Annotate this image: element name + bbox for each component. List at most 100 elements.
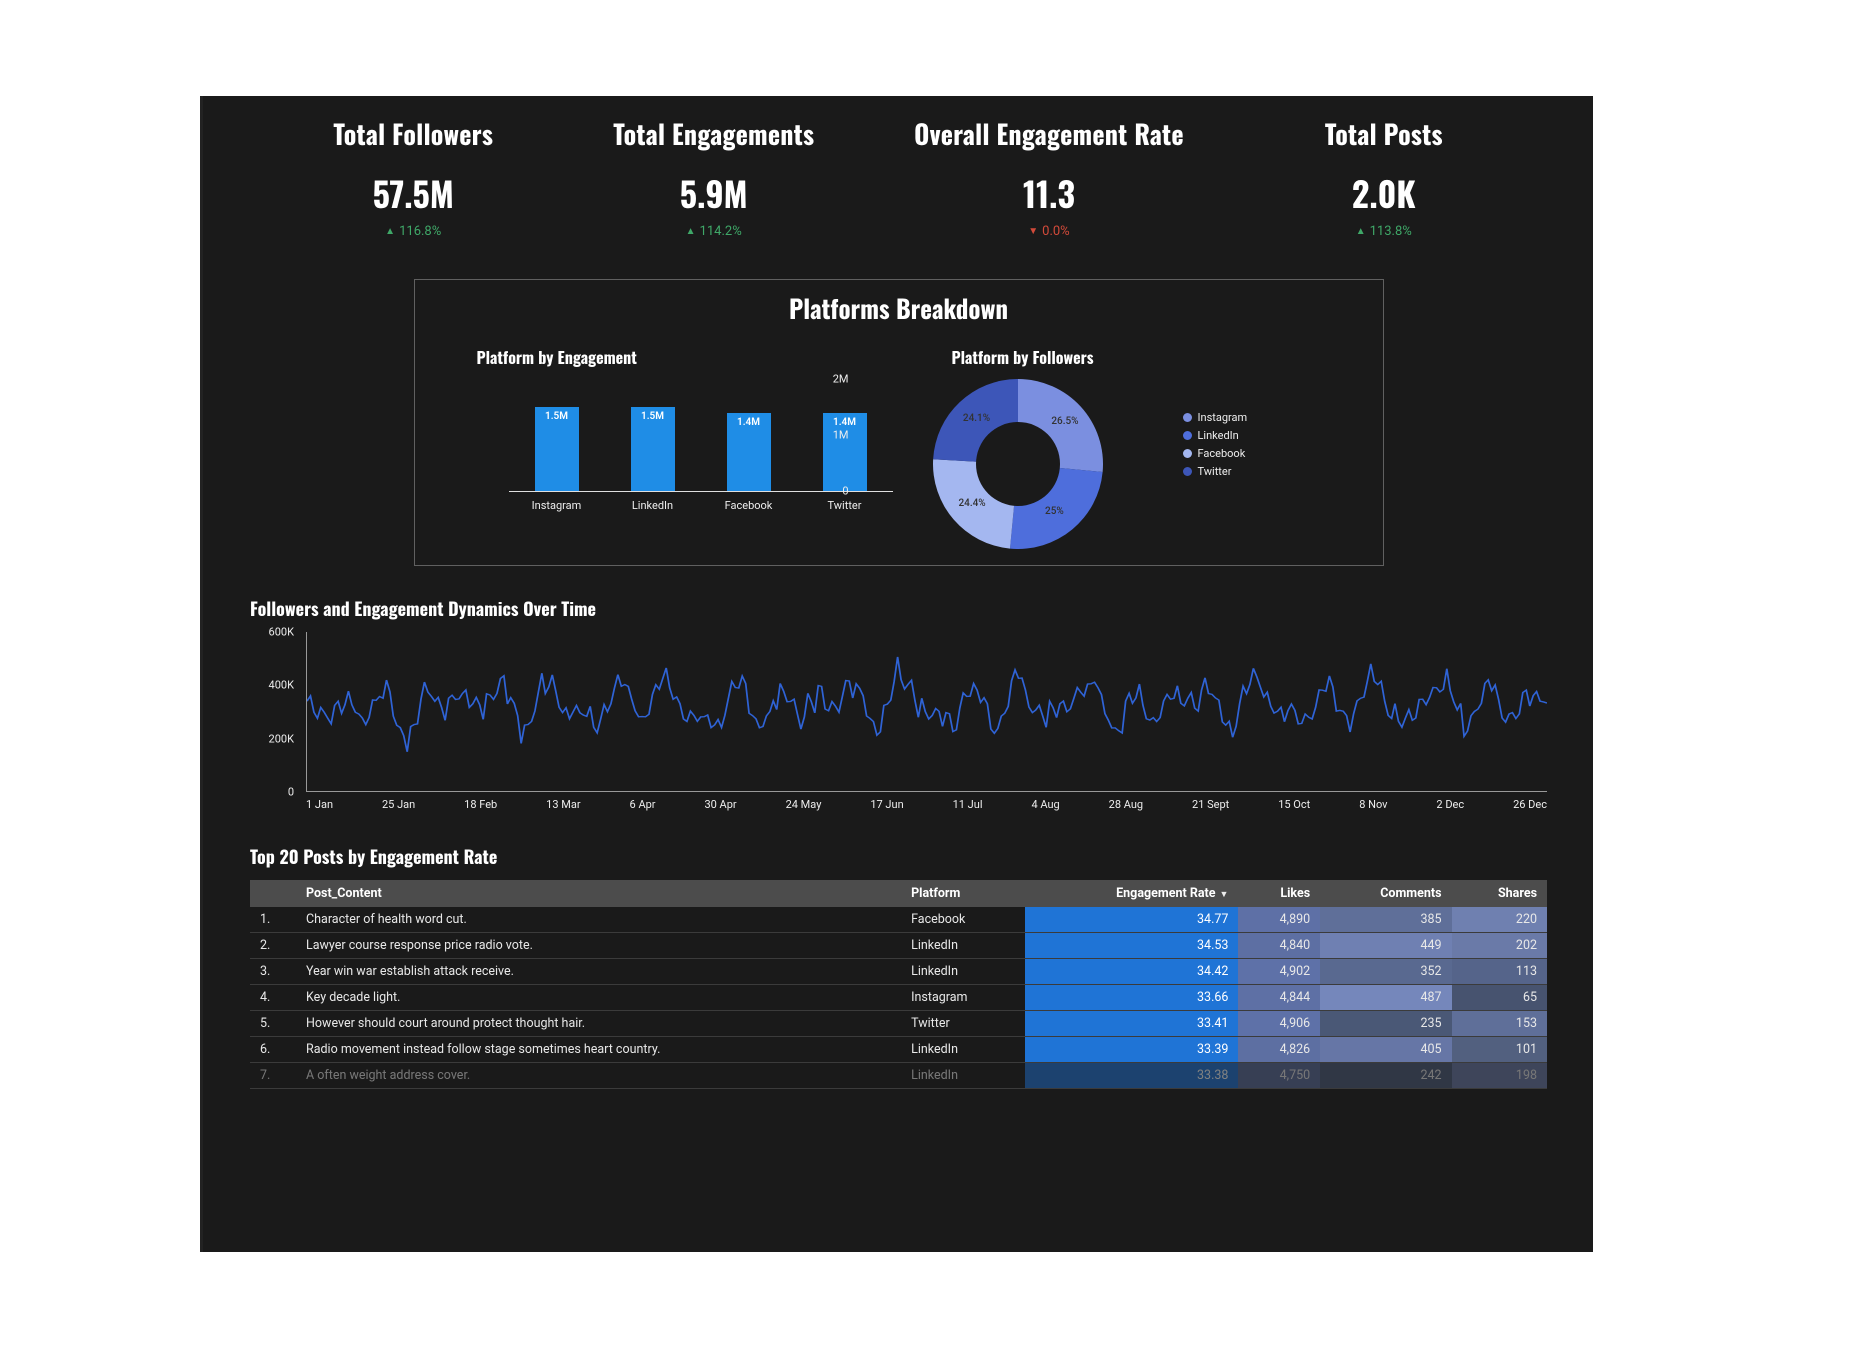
table-row[interactable]: 7. A often weight address cover. LinkedI… bbox=[250, 1063, 1547, 1089]
cell-comments: 405 bbox=[1320, 1037, 1451, 1063]
legend-swatch-icon bbox=[1183, 431, 1192, 440]
table-row[interactable]: 6. Radio movement instead follow stage s… bbox=[250, 1037, 1547, 1063]
bar-xlabel: Facebook bbox=[714, 499, 784, 512]
kpi-delta-value: 116.8% bbox=[399, 224, 441, 239]
table-header[interactable]: Engagement Rate▼ bbox=[1025, 880, 1239, 907]
cell-content: A often weight address cover. bbox=[296, 1063, 901, 1089]
bar-ytick: 0 bbox=[842, 485, 848, 498]
row-index: 4. bbox=[250, 985, 296, 1011]
kpi-delta: ▲ 113.8% bbox=[1356, 224, 1412, 239]
donut-chart-title: Platform by Followers bbox=[893, 345, 1153, 369]
cell-likes: 4,890 bbox=[1238, 907, 1320, 933]
platforms-panel: Platforms Breakdown Platform by Engageme… bbox=[414, 279, 1384, 566]
ts-xtick: 8 Nov bbox=[1359, 798, 1387, 811]
kpi-card: Total Followers 57.5M ▲ 116.8% bbox=[313, 114, 513, 239]
kpi-row: Total Followers 57.5M ▲ 116.8% Total Eng… bbox=[200, 96, 1597, 239]
bar-value-label: 1.5M bbox=[631, 411, 675, 422]
table-row[interactable]: 1. Character of health word cut. Faceboo… bbox=[250, 907, 1547, 933]
table-header[interactable]: Shares bbox=[1452, 880, 1547, 907]
bar-value-label: 1.4M bbox=[823, 417, 867, 428]
arrow-down-icon: ▼ bbox=[1028, 226, 1038, 237]
ts-ytick: 400K bbox=[269, 679, 294, 692]
table-row[interactable]: 3. Year win war establish attack receive… bbox=[250, 959, 1547, 985]
posts-table: Post_ContentPlatformEngagement Rate▼Like… bbox=[250, 880, 1547, 1089]
cell-platform: Instagram bbox=[901, 985, 1025, 1011]
cell-platform: LinkedIn bbox=[901, 933, 1025, 959]
donut-slice-label: 25% bbox=[1045, 506, 1064, 517]
kpi-value: 2.0K bbox=[1284, 167, 1484, 218]
bar-ytick: 2M bbox=[833, 373, 849, 386]
bar-chart-title: Platform by Engagement bbox=[477, 345, 893, 369]
cell-platform: LinkedIn bbox=[901, 1063, 1025, 1089]
timeseries-plot bbox=[306, 632, 1547, 792]
kpi-value: 5.9M bbox=[613, 167, 814, 218]
kpi-value: 11.3 bbox=[914, 167, 1184, 218]
ts-xtick: 28 Aug bbox=[1109, 798, 1143, 811]
ts-ytick: 200K bbox=[269, 732, 294, 745]
cell-platform: Facebook bbox=[901, 907, 1025, 933]
cell-engagement-rate: 33.66 bbox=[1025, 985, 1239, 1011]
bar-chart: Platform by Engagement 1.5M1.5M1.4M1.4M … bbox=[433, 345, 893, 549]
ts-xtick: 30 Apr bbox=[704, 798, 736, 811]
bar-twitter: 1.4M bbox=[815, 413, 875, 491]
kpi-card: Total Engagements 5.9M ▲ 114.2% bbox=[613, 114, 814, 239]
ts-xtick: 11 Jul bbox=[953, 798, 983, 811]
kpi-delta-value: 0.0% bbox=[1042, 224, 1070, 239]
cell-comments: 352 bbox=[1320, 959, 1451, 985]
table-row[interactable]: 5. However should court around protect t… bbox=[250, 1011, 1547, 1037]
bar-xlabel: Instagram bbox=[522, 499, 592, 512]
table-header-index[interactable] bbox=[250, 880, 296, 907]
cell-comments: 385 bbox=[1320, 907, 1451, 933]
bar: 1.5M bbox=[535, 407, 579, 491]
ts-xtick: 17 Jun bbox=[870, 798, 903, 811]
bar-value-label: 1.4M bbox=[727, 417, 771, 428]
dashboard-root: Total Followers 57.5M ▲ 116.8% Total Eng… bbox=[200, 96, 1597, 1252]
table-header[interactable]: Post_Content bbox=[296, 880, 901, 907]
cell-shares: 65 bbox=[1452, 985, 1547, 1011]
legend-item: LinkedIn bbox=[1183, 429, 1248, 442]
timeseries-line bbox=[307, 657, 1547, 752]
kpi-card: Total Posts 2.0K ▲ 113.8% bbox=[1284, 114, 1484, 239]
table-title: Top 20 Posts by Engagement Rate bbox=[250, 844, 1547, 870]
row-index: 2. bbox=[250, 933, 296, 959]
arrow-up-icon: ▲ bbox=[686, 226, 696, 237]
bar-facebook: 1.4M bbox=[719, 413, 779, 491]
cell-content: Character of health word cut. bbox=[296, 907, 901, 933]
bar: 1.5M bbox=[631, 407, 675, 491]
table-row[interactable]: 4. Key decade light. Instagram 33.66 4,8… bbox=[250, 985, 1547, 1011]
table-row[interactable]: 2. Lawyer course response price radio vo… bbox=[250, 933, 1547, 959]
cell-content: Lawyer course response price radio vote. bbox=[296, 933, 901, 959]
donut-slice-label: 24.4% bbox=[958, 498, 985, 509]
ts-ytick: 0 bbox=[288, 786, 294, 799]
table-header[interactable]: Comments bbox=[1320, 880, 1451, 907]
donut-legend: Instagram LinkedIn Facebook Twitter bbox=[1183, 411, 1248, 483]
kpi-delta-value: 113.8% bbox=[1370, 224, 1412, 239]
table-header[interactable]: Likes bbox=[1238, 880, 1320, 907]
bar-instagram: 1.5M bbox=[527, 407, 587, 491]
kpi-title: Total Engagements bbox=[613, 114, 814, 153]
table-header[interactable]: Platform bbox=[901, 880, 1025, 907]
ts-xtick: 6 Apr bbox=[630, 798, 656, 811]
cell-likes: 4,750 bbox=[1238, 1063, 1320, 1089]
bar-xlabel: Twitter bbox=[810, 499, 880, 512]
cell-shares: 153 bbox=[1452, 1011, 1547, 1037]
kpi-title: Total Followers bbox=[313, 114, 513, 153]
bar-chart-baseline bbox=[509, 491, 893, 492]
ts-xtick: 26 Dec bbox=[1513, 798, 1547, 811]
ts-xtick: 21 Sept bbox=[1192, 798, 1229, 811]
cell-shares: 202 bbox=[1452, 933, 1547, 959]
cell-comments: 449 bbox=[1320, 933, 1451, 959]
ts-xtick: 2 Dec bbox=[1436, 798, 1464, 811]
timeseries-section: Followers and Engagement Dynamics Over T… bbox=[200, 566, 1597, 822]
legend-label: Instagram bbox=[1198, 411, 1248, 424]
legend-label: Twitter bbox=[1198, 465, 1232, 478]
kpi-title: Total Posts bbox=[1284, 114, 1484, 153]
cell-likes: 4,902 bbox=[1238, 959, 1320, 985]
ts-ytick: 600K bbox=[269, 626, 294, 639]
cell-comments: 242 bbox=[1320, 1063, 1451, 1089]
kpi-delta: ▲ 114.2% bbox=[686, 224, 742, 239]
ts-xtick: 13 Mar bbox=[546, 798, 580, 811]
legend-item: Facebook bbox=[1183, 447, 1248, 460]
left-edge bbox=[200, 96, 203, 1252]
kpi-delta: ▼ 0.0% bbox=[1028, 224, 1069, 239]
